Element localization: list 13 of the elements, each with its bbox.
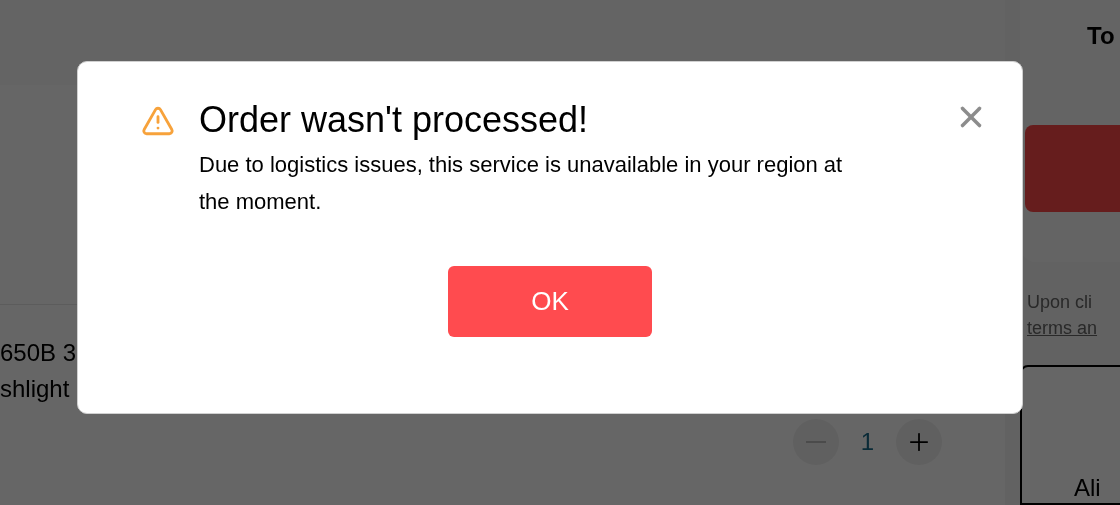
product-title: 650B 3	[0, 338, 77, 368]
payment-heading: Ali	[1074, 475, 1101, 503]
ok-button[interactable]: OK	[448, 266, 652, 337]
checkout-button[interactable]	[1025, 125, 1120, 212]
dialog-message: Due to logistics issues, this service is unavailable in your region at the moment.	[199, 151, 844, 216]
increase-button[interactable]	[896, 419, 942, 465]
summary-heading: To	[1087, 21, 1116, 51]
dialog-title: Order wasn't processed!	[199, 98, 590, 142]
terms-link[interactable]: terms an	[1027, 315, 1120, 341]
product-title: shlight	[0, 374, 70, 404]
quantity-value: 1	[860, 427, 874, 457]
terms-text: Upon cli	[1027, 291, 1094, 314]
warning-icon	[141, 104, 175, 138]
